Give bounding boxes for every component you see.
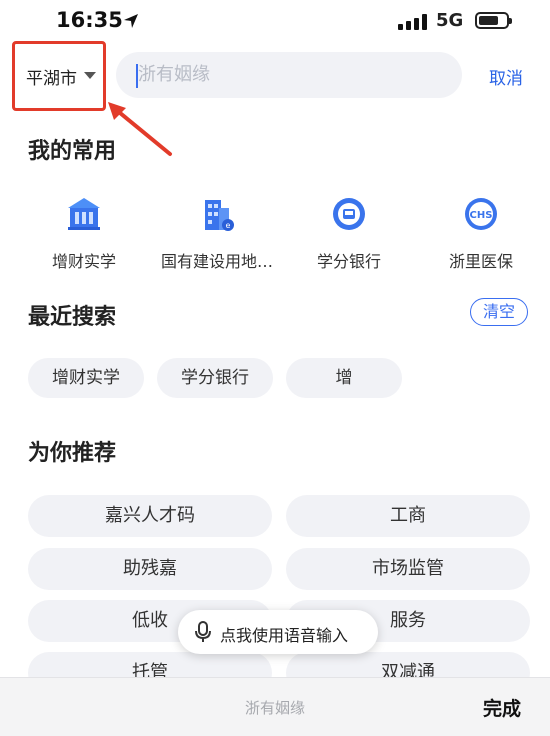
favorite-item[interactable]: CHS 浙里医保 — [416, 194, 546, 272]
network-type: 5G — [436, 10, 464, 31]
recommend-item[interactable]: 嘉兴人才码 — [28, 495, 272, 537]
recommend-item[interactable]: 市场监管 — [286, 548, 530, 590]
recent-chip[interactable]: 学分银行 — [157, 358, 273, 398]
recent-chip[interactable]: 增 — [286, 358, 402, 398]
cancel-button[interactable]: 取消 — [489, 64, 523, 89]
building-icon: e — [205, 200, 234, 231]
search-input[interactable] — [136, 63, 440, 86]
favorite-label: 浙里医保 — [448, 252, 513, 271]
svg-text:CHS: CHS — [470, 210, 493, 221]
favorite-label: 学分银行 — [316, 252, 381, 271]
bank-icon — [68, 198, 100, 230]
done-button[interactable]: 完成 — [483, 694, 521, 721]
annotation-highlight-box — [12, 41, 106, 111]
recent-title: 最近搜索 — [28, 305, 117, 330]
recommend-item[interactable]: 工商 — [286, 495, 530, 537]
voice-input-button[interactable]: 点我使用语音输入 — [178, 610, 378, 654]
recommend-item[interactable]: 助残嘉 — [28, 548, 272, 590]
status-time: 16:35 — [56, 8, 123, 32]
favorite-label: 增财实学 — [51, 252, 116, 271]
medical-insurance-icon: CHS — [465, 198, 497, 230]
location-arrow-icon — [124, 14, 138, 28]
recent-chip[interactable]: 增财实学 — [28, 358, 144, 398]
microphone-icon — [195, 621, 211, 642]
svg-text:e: e — [226, 221, 231, 230]
recommend-title: 为你推荐 — [28, 441, 117, 466]
keyboard-toolbar: 浙有姻缘 完成 — [0, 677, 550, 736]
toolbar-hint: 浙有姻缘 — [244, 699, 305, 717]
favorite-item[interactable]: 学分银行 — [284, 194, 414, 272]
signal-icon — [398, 14, 427, 30]
credit-bank-icon — [333, 198, 365, 230]
favorite-item[interactable]: 增财实学 — [19, 194, 149, 272]
battery-icon — [475, 12, 512, 29]
favorite-label: 国有建设用地… — [160, 252, 273, 271]
clear-button[interactable]: 清空 — [470, 298, 528, 326]
search-box[interactable] — [116, 52, 462, 98]
text-cursor — [136, 64, 138, 88]
favorites-title: 我的常用 — [28, 139, 117, 164]
favorite-item[interactable]: e 国有建设用地… — [152, 194, 282, 272]
voice-input-label: 点我使用语音输入 — [220, 626, 349, 645]
status-bar: 16:35 5G — [0, 0, 550, 44]
